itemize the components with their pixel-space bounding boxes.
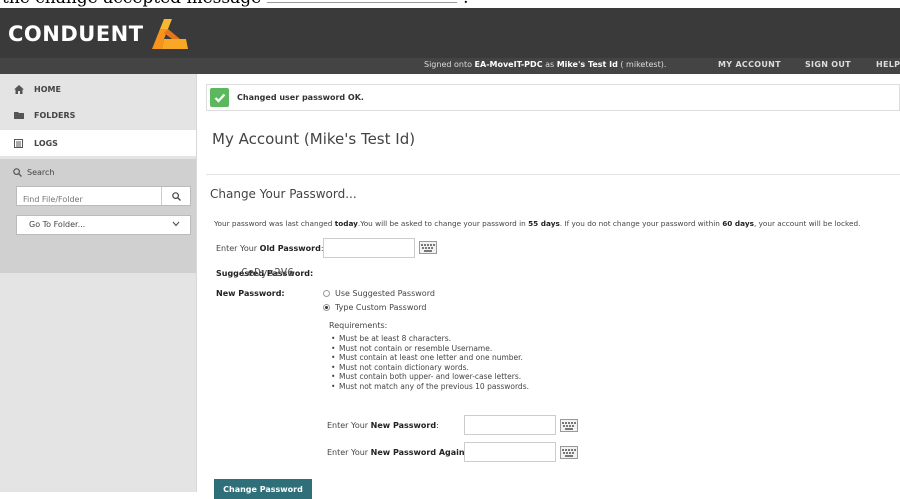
- sidebar: HOME FOLDERS LOGS: [0, 74, 197, 492]
- caption-after: .: [463, 0, 468, 8]
- home-icon: [14, 84, 28, 94]
- search-icon: [13, 168, 22, 177]
- success-alert: Changed user password OK.: [206, 84, 900, 111]
- folder-icon: [14, 111, 28, 119]
- divider: [206, 174, 900, 175]
- radio-button-selected[interactable]: [323, 304, 330, 311]
- search-icon: [171, 191, 181, 201]
- new-password-field[interactable]: [464, 415, 556, 435]
- requirement-item: Must not contain or resemble Username.: [329, 344, 529, 354]
- sidebar-item-home[interactable]: HOME: [0, 76, 196, 102]
- caption-text: the change accepted message.: [0, 0, 900, 8]
- sidebar-item-label: LOGS: [34, 138, 58, 148]
- new-password-again-field[interactable]: [464, 442, 556, 462]
- keyboard-icon[interactable]: [560, 419, 578, 432]
- signed-on-text: Signed onto EA-MoveIT-PDC as Mike's Test…: [424, 60, 667, 69]
- page-title: My Account (Mike's Test Id): [212, 130, 416, 148]
- use-suggested-radio[interactable]: Use Suggested Password: [323, 289, 435, 298]
- main-content: Changed user password OK. My Account (Mi…: [196, 74, 900, 499]
- logo-mark-icon: [151, 19, 188, 49]
- chevron-down-icon: [172, 221, 180, 227]
- keyboard-icon[interactable]: [419, 241, 437, 254]
- requirement-item: Must contain both upper- and lower-case …: [329, 372, 529, 382]
- requirement-item: Must not contain dictionary words.: [329, 363, 529, 373]
- folder-select-value: Go To Folder...: [29, 220, 86, 229]
- search-heading: Search: [13, 168, 54, 177]
- requirements-list: Must be at least 8 characters. Must not …: [329, 334, 529, 392]
- suggested-password-value: CeDys2V6: [241, 266, 294, 279]
- search-button[interactable]: [161, 187, 190, 205]
- password-info-text: Your password was last changed today.You…: [214, 219, 861, 228]
- sidebar-item-label: FOLDERS: [34, 110, 76, 120]
- new-password-field-label: Enter Your New Password:: [327, 421, 439, 430]
- requirement-item: Must not match any of the previous 10 pa…: [329, 382, 529, 392]
- old-password-label: Enter Your Old Password:: [216, 244, 324, 253]
- help-link[interactable]: HELP: [876, 60, 900, 69]
- requirements-title: Requirements:: [329, 321, 388, 330]
- change-password-button[interactable]: Change Password: [214, 479, 312, 499]
- logs-icon: [14, 138, 28, 148]
- nav-bar: Signed onto EA-MoveIT-PDC as Mike's Test…: [0, 58, 900, 74]
- go-to-folder-select[interactable]: Go To Folder...: [16, 215, 191, 235]
- section-title: Change Your Password...: [210, 187, 357, 201]
- sidebar-item-folders[interactable]: FOLDERS: [0, 102, 196, 128]
- radio-button[interactable]: [323, 290, 330, 297]
- sidebar-item-label: HOME: [34, 84, 61, 94]
- conduent-logo[interactable]: CONDUENT: [8, 16, 190, 52]
- alert-message: Changed user password OK.: [237, 93, 364, 102]
- new-password-label: New Password:: [216, 289, 285, 298]
- type-custom-radio[interactable]: Type Custom Password: [323, 303, 426, 312]
- requirement-item: Must contain at least one letter and one…: [329, 353, 529, 363]
- caption-before: the change accepted message: [2, 0, 261, 8]
- my-account-link[interactable]: MY ACCOUNT: [718, 60, 781, 69]
- new-password-again-label: Enter Your New Password Again:: [327, 448, 467, 457]
- check-icon: [210, 88, 229, 107]
- caption-field: [267, 0, 458, 3]
- find-file-search: [16, 186, 191, 209]
- keyboard-icon[interactable]: [560, 446, 578, 459]
- old-password-field[interactable]: [323, 238, 415, 258]
- logo-text: CONDUENT: [8, 22, 144, 46]
- top-header: CONDUENT: [0, 8, 900, 58]
- search-input[interactable]: [21, 190, 165, 209]
- requirement-item: Must be at least 8 characters.: [329, 334, 529, 344]
- sidebar-item-logs[interactable]: LOGS: [0, 130, 196, 156]
- sign-out-link[interactable]: SIGN OUT: [805, 60, 851, 69]
